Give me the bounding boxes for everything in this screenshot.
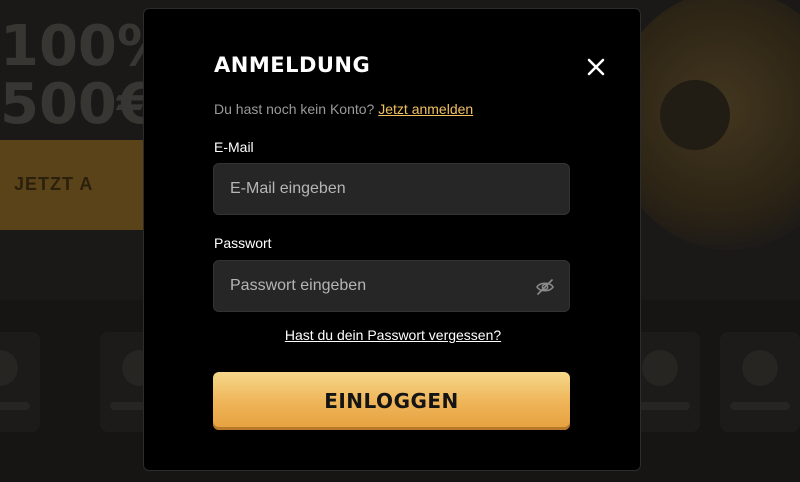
login-button[interactable]: EINLOGGEN	[213, 372, 570, 430]
email-label: E-Mail	[214, 139, 254, 155]
signup-prompt: Du hast noch kein Konto? Jetzt anmelden	[214, 101, 473, 117]
signup-link[interactable]: Jetzt anmelden	[378, 101, 473, 117]
email-field[interactable]	[214, 164, 569, 214]
forgot-password-link[interactable]: Hast du dein Passwort vergessen?	[285, 327, 501, 343]
modal-title: ANMELDUNG	[214, 53, 371, 77]
password-visibility-toggle[interactable]	[535, 277, 555, 297]
close-button[interactable]	[582, 53, 610, 81]
password-field[interactable]	[214, 261, 569, 311]
signup-prompt-text: Du hast noch kein Konto?	[214, 101, 375, 117]
login-modal: ANMELDUNG Du hast noch kein Konto? Jetzt…	[143, 8, 641, 471]
password-field-container	[213, 260, 570, 312]
email-field-container	[213, 163, 570, 215]
eye-off-icon	[536, 279, 554, 295]
password-label: Passwort	[214, 235, 272, 251]
forgot-password-row: Hast du dein Passwort vergessen?	[144, 327, 642, 343]
close-icon	[587, 58, 605, 76]
